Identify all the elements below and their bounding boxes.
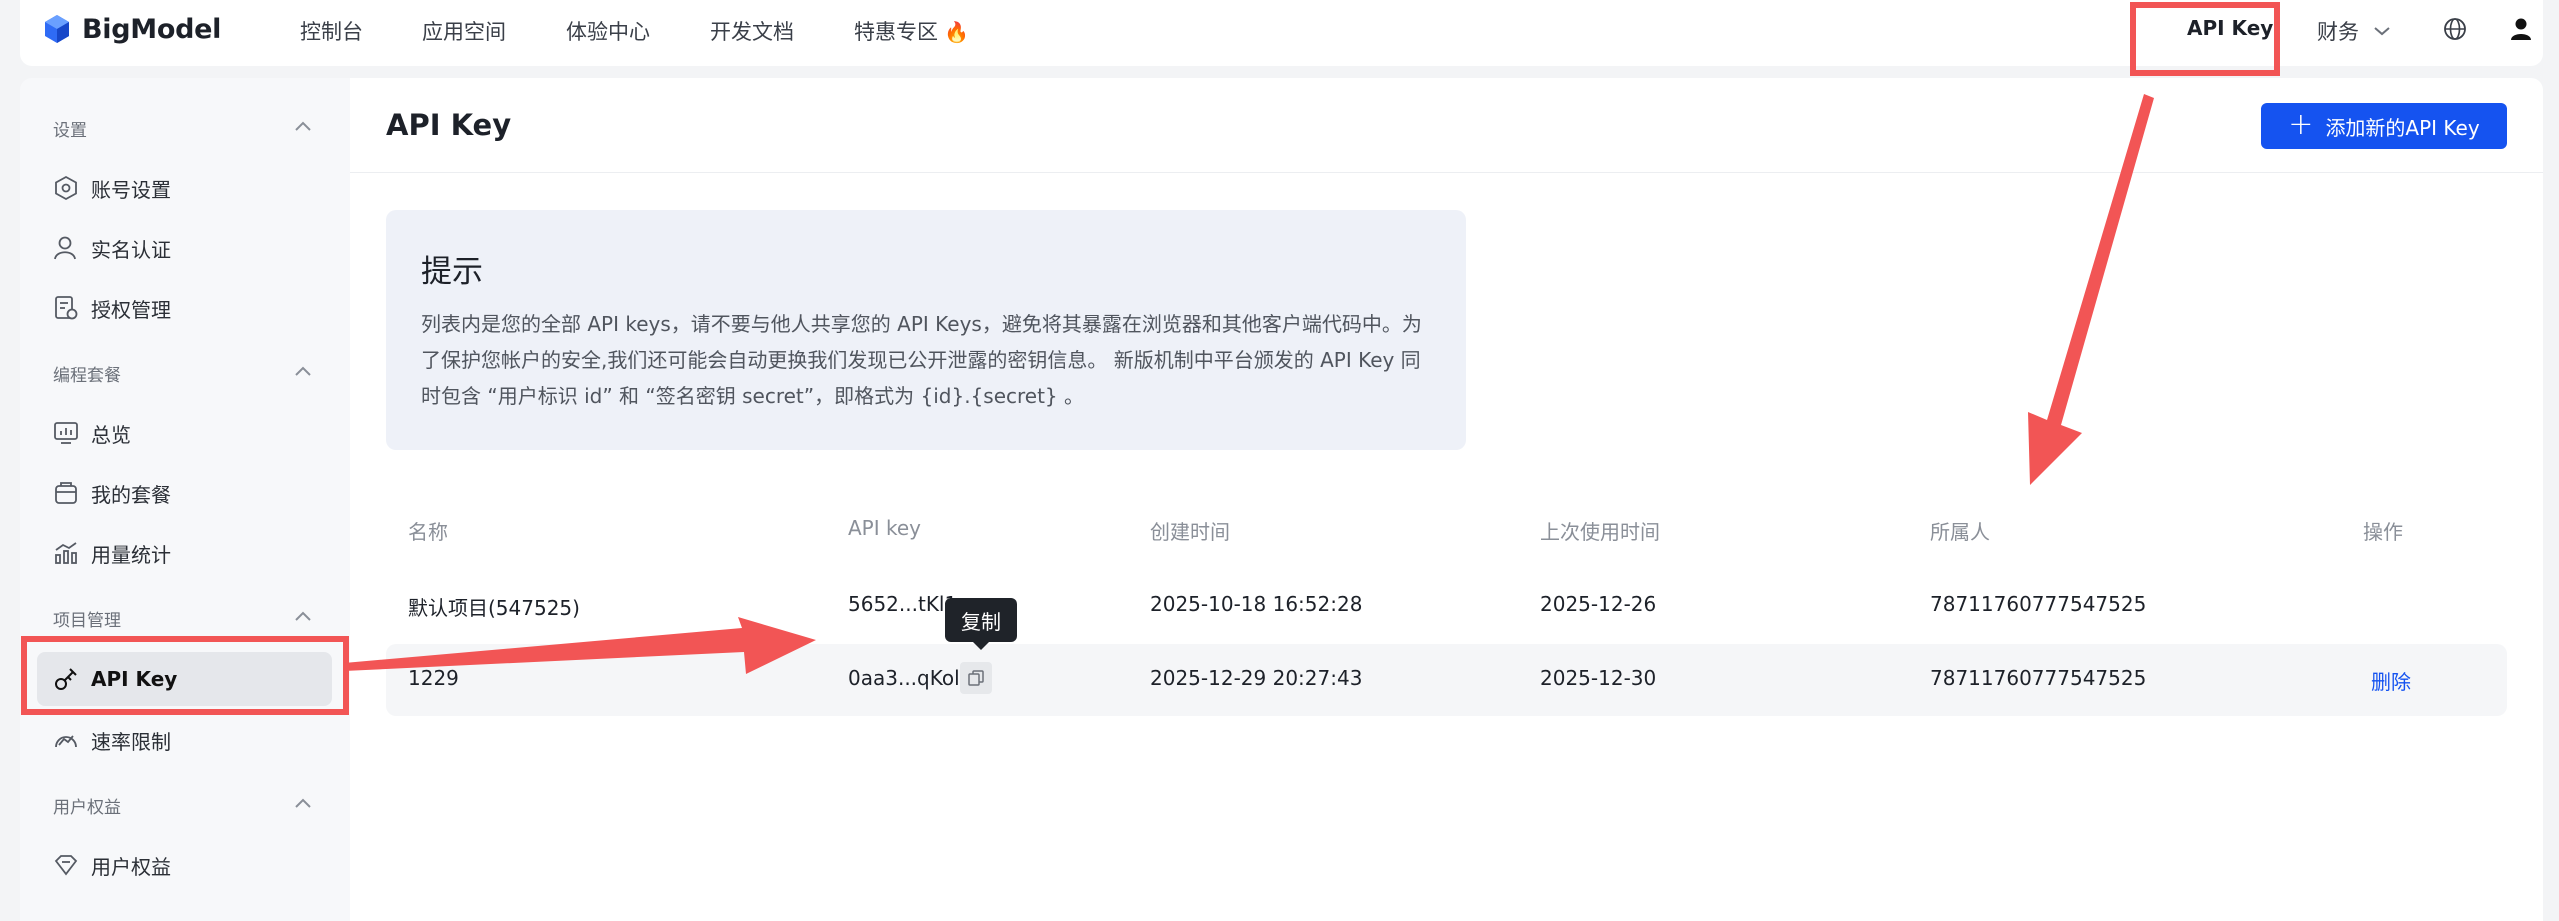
sidebar-item-label: 总览 [91,422,131,447]
sidebar-group-project-management[interactable]: 项目管理 [53,606,121,631]
main-panel: API Key + 添加新的API Key 提示 列表内是您的全部 API ke… [350,78,2543,921]
topnav-deals[interactable]: 特惠专区 🔥 [854,16,969,46]
sidebar-item-label: 用量统计 [91,542,171,567]
add-api-key-button[interactable]: + 添加新的API Key [2261,103,2507,149]
sidebar-group-settings[interactable]: 设置 [53,116,87,141]
column-header-created: 创建时间 [1150,520,1230,544]
user-icon[interactable] [2510,17,2532,41]
row-name: 默认项目(547525) [408,596,580,620]
annotation-box-sidebar-api-key [21,636,349,715]
chevron-up-icon[interactable] [293,120,313,132]
topnav-deals-label: 特惠专区 [854,20,938,44]
topnav-experience[interactable]: 体验中心 [566,16,650,46]
sidebar-group-user-benefits[interactable]: 用户权益 [53,793,121,818]
column-header-name: 名称 [408,520,448,544]
sidebar-item-account-settings[interactable]: 账号设置 [53,172,171,204]
page-title: API Key [386,108,512,142]
sidebar-item-authorization[interactable]: 授权管理 [53,292,171,324]
annotation-box-top-api-key [2130,2,2280,76]
chevron-down-icon [2374,27,2390,36]
sidebar-item-label: 用户权益 [91,854,171,879]
row-last-used: 2025-12-30 [1540,666,1657,690]
row-owner: 78711760777547525 [1930,592,2147,616]
topnav-docs[interactable]: 开发文档 [710,16,794,46]
copy-tooltip: 复制 [945,598,1017,650]
sidebar-item-label: 实名认证 [91,237,171,262]
sidebar-item-real-name[interactable]: 实名认证 [53,232,171,264]
tip-body: 列表内是您的全部 API keys，请不要与他人共享您的 API Keys，避免… [421,312,1422,408]
diamond-tag-icon [54,855,78,876]
fire-icon: 🔥 [944,20,969,44]
sidebar-item-usage-stats[interactable]: 用量统计 [53,537,171,569]
person-icon [54,236,76,260]
sidebar-item-label: 授权管理 [91,297,171,322]
column-header-last-used: 上次使用时间 [1540,520,1660,544]
sidebar-item-label: 我的套餐 [91,482,171,507]
chevron-up-icon[interactable] [293,365,313,377]
row-last-used: 2025-12-26 [1540,592,1657,616]
sidebar-item-overview[interactable]: 总览 [53,417,131,449]
sidebar-group-coding-plan[interactable]: 编程套餐 [53,361,121,386]
row-owner: 78711760777547525 [1930,666,2147,690]
row-api-key: 5652...tKl1 [848,592,958,616]
dashboard-icon [54,422,78,444]
sidebar-item-my-plan[interactable]: 我的套餐 [53,477,171,509]
package-icon [55,482,77,504]
globe-icon[interactable] [2443,17,2467,41]
table-row-hover-background [386,644,2507,716]
copy-glyph-icon [968,670,984,686]
row-created: 2025-12-29 20:27:43 [1150,666,1363,690]
copy-icon[interactable] [960,662,992,694]
delete-link[interactable]: 删除 [2371,666,2411,695]
topnav-app-space[interactable]: 应用空间 [422,16,506,46]
row-created: 2025-10-18 16:52:28 [1150,592,1363,616]
sidebar-item-label: 速率限制 [91,729,171,754]
brand-logo[interactable]: BigModel [42,13,221,45]
bigmodel-logo-icon [45,15,69,43]
tip-title: 提示 [421,254,483,290]
sidebar-item-rate-limit[interactable]: 速率限制 [53,724,171,756]
settings-icon [55,175,77,201]
sidebar-item-user-benefits[interactable]: 用户权益 [53,849,171,881]
page: BigModel 控制台 应用空间 体验中心 开发文档 特惠专区 🔥 API Ke… [0,0,2559,921]
bar-chart-icon [55,542,77,564]
header-divider [350,172,2543,173]
column-header-owner: 所属人 [1930,520,1990,544]
sidebar-item-label: 账号设置 [91,177,171,202]
document-check-icon [55,296,78,320]
column-header-actions: 操作 [2363,520,2403,544]
chevron-up-icon[interactable] [293,797,313,809]
topnav-finance-label: 财务 [2317,20,2359,44]
plus-icon: + [2288,106,2314,142]
row-name: 1229 [408,666,459,690]
add-api-key-label: 添加新的API Key [2325,115,2480,140]
topnav-finance[interactable]: 财务 [2317,16,2391,46]
sidebar: 设置 账号设置 实名认证 授权管理 编程套餐 总览 我的套餐 用量统计 项目管理… [20,78,350,921]
speedometer-icon [55,735,77,748]
chevron-up-icon[interactable] [293,610,313,622]
tip-card: 提示 列表内是您的全部 API keys，请不要与他人共享您的 API Keys… [386,210,1466,450]
row-api-key: 0aa3...qKol [848,666,960,690]
column-header-api-key: API key [848,516,922,540]
topnav-console[interactable]: 控制台 [300,16,363,46]
brand-name: BigModel [82,13,222,45]
